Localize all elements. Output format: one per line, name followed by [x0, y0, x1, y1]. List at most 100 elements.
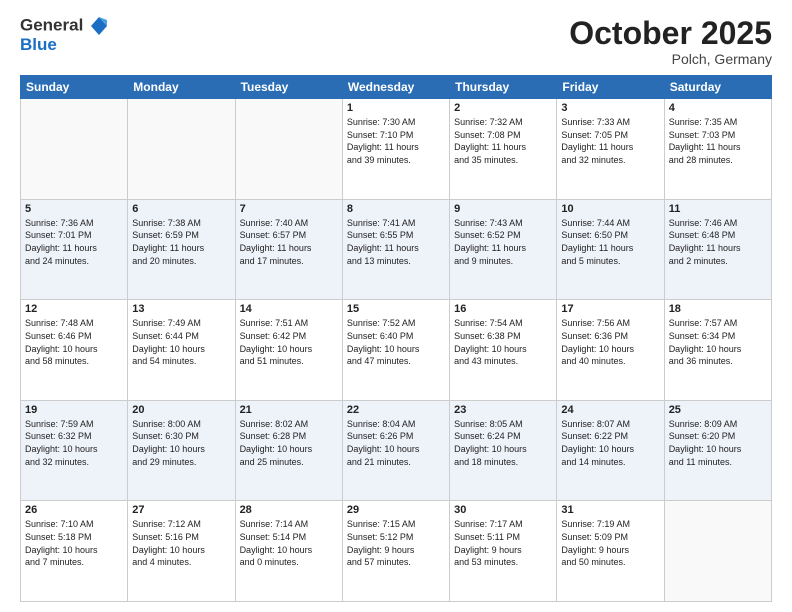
day-number: 13: [132, 303, 230, 315]
calendar-cell: 29 Sunrise: 7:15 AM Sunset: 5:12 PM Dayli…: [342, 501, 449, 602]
logo-text: General Blue: [20, 16, 108, 55]
day-info: Sunrise: 7:17 AM Sunset: 5:11 PM Dayligh…: [454, 518, 552, 568]
calendar-cell: 19 Sunrise: 7:59 AM Sunset: 6:32 PM Dayli…: [21, 400, 128, 501]
day-number: 2: [454, 102, 552, 114]
day-number: 8: [347, 203, 445, 215]
calendar-cell: 31 Sunrise: 7:19 AM Sunset: 5:09 PM Dayli…: [557, 501, 664, 602]
day-number: 5: [25, 203, 123, 215]
day-info: Sunrise: 7:57 AM Sunset: 6:34 PM Dayligh…: [669, 317, 767, 367]
day-number: 25: [669, 404, 767, 416]
day-number: 7: [240, 203, 338, 215]
logo-general: General: [20, 16, 108, 36]
day-number: 20: [132, 404, 230, 416]
calendar-cell: 2Sunrise: 7:32 AM Sunset: 7:08 PM Daylig…: [450, 99, 557, 200]
logo-icon: [90, 16, 108, 36]
calendar-cell: 5 Sunrise: 7:36 AM Sunset: 7:01 PM Daylig…: [21, 199, 128, 300]
calendar-cell: 14 Sunrise: 7:51 AM Sunset: 6:42 PM Dayli…: [235, 300, 342, 401]
calendar-cell: [128, 99, 235, 200]
day-number: 22: [347, 404, 445, 416]
calendar-header-row: Sunday Monday Tuesday Wednesday Thursday…: [21, 76, 772, 99]
calendar-cell: 25 Sunrise: 8:09 AM Sunset: 6:20 PM Dayli…: [664, 400, 771, 501]
day-number: 28: [240, 504, 338, 516]
calendar-cell: [21, 99, 128, 200]
day-info: Sunrise: 8:04 AM Sunset: 6:26 PM Dayligh…: [347, 418, 445, 468]
calendar-week-row: 5 Sunrise: 7:36 AM Sunset: 7:01 PM Daylig…: [21, 199, 772, 300]
calendar-table: Sunday Monday Tuesday Wednesday Thursday…: [20, 75, 772, 602]
header-monday: Monday: [128, 76, 235, 99]
day-info: Sunrise: 7:56 AM Sunset: 6:36 PM Dayligh…: [561, 317, 659, 367]
calendar-cell: 4 Sunrise: 7:35 AM Sunset: 7:03 PM Daylig…: [664, 99, 771, 200]
day-info: Sunrise: 7:59 AM Sunset: 6:32 PM Dayligh…: [25, 418, 123, 468]
calendar-cell: 1 Sunrise: 7:30 AM Sunset: 7:10 PM Daylig…: [342, 99, 449, 200]
day-info: Sunrise: 7:49 AM Sunset: 6:44 PM Dayligh…: [132, 317, 230, 367]
header-wednesday: Wednesday: [342, 76, 449, 99]
day-info: Sunrise: 8:09 AM Sunset: 6:20 PM Dayligh…: [669, 418, 767, 468]
header: General Blue October 2025 Polch, Germany: [20, 16, 772, 67]
calendar-cell: 15Sunrise: 7:52 AM Sunset: 6:40 PM Dayli…: [342, 300, 449, 401]
day-number: 29: [347, 504, 445, 516]
calendar-cell: 16 Sunrise: 7:54 AM Sunset: 6:38 PM Dayli…: [450, 300, 557, 401]
day-info: Sunrise: 7:40 AM Sunset: 6:57 PM Dayligh…: [240, 217, 338, 267]
day-number: 30: [454, 504, 552, 516]
calendar-cell: 13 Sunrise: 7:49 AM Sunset: 6:44 PM Dayli…: [128, 300, 235, 401]
day-number: 4: [669, 102, 767, 114]
calendar-cell: 18 Sunrise: 7:57 AM Sunset: 6:34 PM Dayli…: [664, 300, 771, 401]
calendar-week-row: 26 Sunrise: 7:10 AM Sunset: 5:18 PM Dayli…: [21, 501, 772, 602]
day-info: Sunrise: 7:36 AM Sunset: 7:01 PM Dayligh…: [25, 217, 123, 267]
day-info: Sunrise: 7:30 AM Sunset: 7:10 PM Dayligh…: [347, 116, 445, 166]
calendar-cell: 6Sunrise: 7:38 AM Sunset: 6:59 PM Daylig…: [128, 199, 235, 300]
header-sunday: Sunday: [21, 76, 128, 99]
title-block: October 2025 Polch, Germany: [569, 16, 772, 67]
day-number: 23: [454, 404, 552, 416]
header-thursday: Thursday: [450, 76, 557, 99]
day-number: 16: [454, 303, 552, 315]
header-tuesday: Tuesday: [235, 76, 342, 99]
day-number: 3: [561, 102, 659, 114]
calendar-cell: 28 Sunrise: 7:14 AM Sunset: 5:14 PM Dayli…: [235, 501, 342, 602]
day-info: Sunrise: 7:54 AM Sunset: 6:38 PM Dayligh…: [454, 317, 552, 367]
header-friday: Friday: [557, 76, 664, 99]
calendar-week-row: 19 Sunrise: 7:59 AM Sunset: 6:32 PM Dayli…: [21, 400, 772, 501]
day-info: Sunrise: 7:51 AM Sunset: 6:42 PM Dayligh…: [240, 317, 338, 367]
calendar-cell: [235, 99, 342, 200]
header-saturday: Saturday: [664, 76, 771, 99]
day-info: Sunrise: 7:41 AM Sunset: 6:55 PM Dayligh…: [347, 217, 445, 267]
calendar-cell: 20 Sunrise: 8:00 AM Sunset: 6:30 PM Dayli…: [128, 400, 235, 501]
calendar-cell: 8 Sunrise: 7:41 AM Sunset: 6:55 PM Daylig…: [342, 199, 449, 300]
calendar-cell: 23 Sunrise: 8:05 AM Sunset: 6:24 PM Dayli…: [450, 400, 557, 501]
day-number: 18: [669, 303, 767, 315]
day-info: Sunrise: 7:12 AM Sunset: 5:16 PM Dayligh…: [132, 518, 230, 568]
day-number: 14: [240, 303, 338, 315]
day-info: Sunrise: 7:52 AM Sunset: 6:40 PM Dayligh…: [347, 317, 445, 367]
day-info: Sunrise: 8:05 AM Sunset: 6:24 PM Dayligh…: [454, 418, 552, 468]
day-info: Sunrise: 7:10 AM Sunset: 5:18 PM Dayligh…: [25, 518, 123, 568]
day-number: 19: [25, 404, 123, 416]
day-number: 31: [561, 504, 659, 516]
calendar-cell: 21Sunrise: 8:02 AM Sunset: 6:28 PM Dayli…: [235, 400, 342, 501]
day-info: Sunrise: 7:14 AM Sunset: 5:14 PM Dayligh…: [240, 518, 338, 568]
day-info: Sunrise: 7:15 AM Sunset: 5:12 PM Dayligh…: [347, 518, 445, 568]
day-number: 1: [347, 102, 445, 114]
day-number: 10: [561, 203, 659, 215]
day-info: Sunrise: 7:35 AM Sunset: 7:03 PM Dayligh…: [669, 116, 767, 166]
day-info: Sunrise: 7:44 AM Sunset: 6:50 PM Dayligh…: [561, 217, 659, 267]
day-info: Sunrise: 7:48 AM Sunset: 6:46 PM Dayligh…: [25, 317, 123, 367]
day-info: Sunrise: 7:38 AM Sunset: 6:59 PM Dayligh…: [132, 217, 230, 267]
calendar-cell: 30 Sunrise: 7:17 AM Sunset: 5:11 PM Dayli…: [450, 501, 557, 602]
day-number: 17: [561, 303, 659, 315]
month-title: October 2025: [569, 16, 772, 51]
calendar-cell: [664, 501, 771, 602]
calendar-week-row: 12Sunrise: 7:48 AM Sunset: 6:46 PM Dayli…: [21, 300, 772, 401]
calendar-cell: 12Sunrise: 7:48 AM Sunset: 6:46 PM Dayli…: [21, 300, 128, 401]
calendar-cell: 24Sunrise: 8:07 AM Sunset: 6:22 PM Dayli…: [557, 400, 664, 501]
day-info: Sunrise: 7:33 AM Sunset: 7:05 PM Dayligh…: [561, 116, 659, 166]
day-info: Sunrise: 8:00 AM Sunset: 6:30 PM Dayligh…: [132, 418, 230, 468]
logo: General Blue: [20, 16, 108, 55]
calendar-cell: 27 Sunrise: 7:12 AM Sunset: 5:16 PM Dayli…: [128, 501, 235, 602]
day-number: 27: [132, 504, 230, 516]
calendar-cell: 17 Sunrise: 7:56 AM Sunset: 6:36 PM Dayli…: [557, 300, 664, 401]
day-number: 26: [25, 504, 123, 516]
calendar-cell: 22 Sunrise: 8:04 AM Sunset: 6:26 PM Dayli…: [342, 400, 449, 501]
day-info: Sunrise: 7:19 AM Sunset: 5:09 PM Dayligh…: [561, 518, 659, 568]
logo-blue: Blue: [20, 36, 108, 55]
